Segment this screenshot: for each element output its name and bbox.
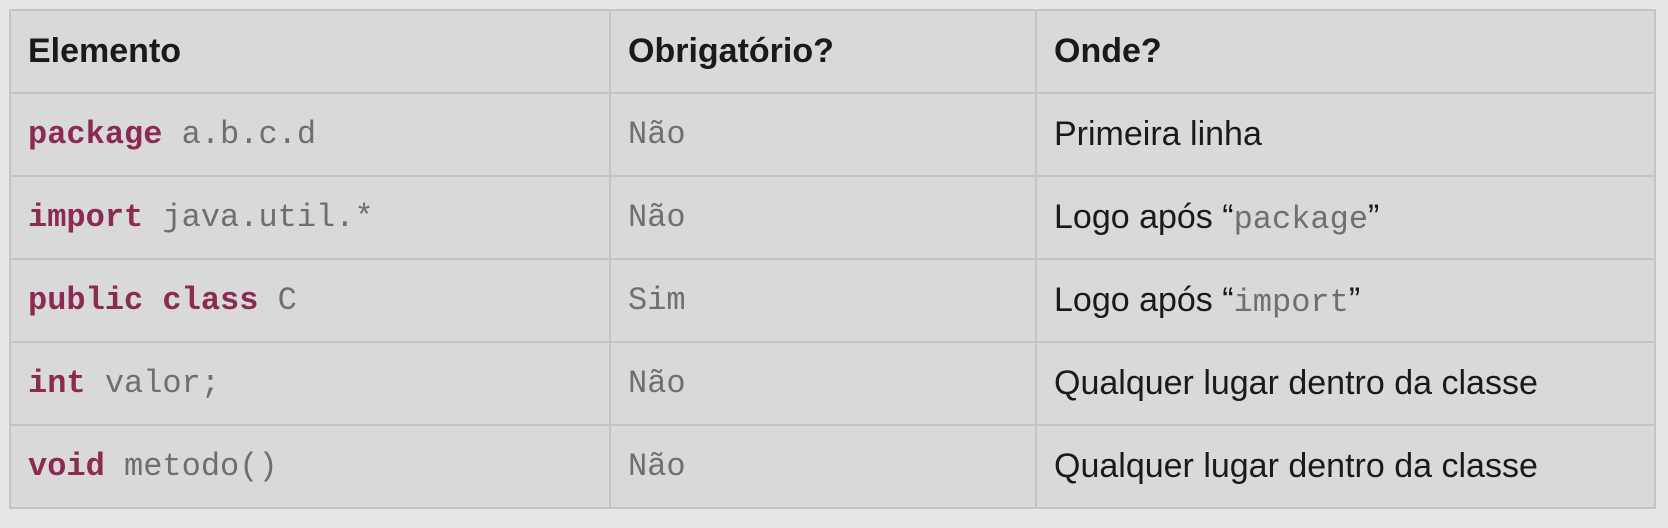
table-row: package a.b.c.d Não Primeira linha <box>9 92 1656 177</box>
keyword: package <box>28 116 163 153</box>
code-text: a.b.c.d <box>181 116 317 153</box>
where-code: package <box>1233 200 1369 238</box>
keyword: import <box>28 199 144 236</box>
required-value: Não <box>628 448 686 485</box>
slide: Elemento Obrigatório? Onde? package a.b.… <box>0 0 1668 528</box>
header-where: Onde? <box>1035 9 1656 94</box>
element-cell: public class C <box>9 258 611 343</box>
required-cell: Não <box>609 175 1037 260</box>
table-row: import java.util.* Não Logo após “packag… <box>9 175 1656 260</box>
where-text: Logo após “ <box>1054 280 1234 319</box>
keyword: class <box>162 282 259 319</box>
required-value: Não <box>628 199 686 236</box>
code-text: metodo() <box>124 448 278 485</box>
element-cell: void metodo() <box>9 424 611 509</box>
where-suffix: ” <box>1348 280 1361 319</box>
keyword: public <box>28 282 144 319</box>
code-text: java.util.* <box>162 199 374 236</box>
keyword: int <box>28 365 86 402</box>
where-cell: Qualquer lugar dentro da classe <box>1035 341 1656 426</box>
where-cell: Logo após “import” <box>1035 258 1656 343</box>
element-cell: package a.b.c.d <box>9 92 611 177</box>
required-cell: Sim <box>609 258 1037 343</box>
table-row: int valor; Não Qualquer lugar dentro da … <box>9 341 1656 426</box>
table-row: public class C Sim Logo após “import” <box>9 258 1656 343</box>
keyword: void <box>28 448 105 485</box>
code-text: valor; <box>104 365 221 402</box>
header-required: Obrigatório? <box>609 9 1037 94</box>
required-cell: Não <box>609 341 1037 426</box>
where-text: Primeira linha <box>1054 115 1262 153</box>
required-cell: Não <box>609 92 1037 177</box>
where-text: Logo após “ <box>1054 197 1234 236</box>
header-element: Elemento <box>9 9 611 94</box>
required-value: Não <box>628 365 686 402</box>
where-cell: Logo após “package” <box>1035 175 1656 260</box>
where-cell: Qualquer lugar dentro da classe <box>1035 424 1656 509</box>
element-cell: int valor; <box>9 341 611 426</box>
element-cell: import java.util.* <box>9 175 611 260</box>
where-suffix: ” <box>1368 197 1380 236</box>
table-row: void metodo() Não Qualquer lugar dentro … <box>9 424 1656 509</box>
table-header-row: Elemento Obrigatório? Onde? <box>9 9 1656 94</box>
where-cell: Primeira linha <box>1035 92 1656 177</box>
where-text: Qualquer lugar dentro da classe <box>1054 447 1538 485</box>
required-value: Não <box>628 116 686 153</box>
required-cell: Não <box>609 424 1037 509</box>
where-text: Qualquer lugar dentro da classe <box>1054 364 1538 402</box>
where-code: import <box>1233 283 1349 321</box>
required-value: Sim <box>628 282 686 319</box>
code-text: C <box>277 282 297 319</box>
java-structure-table: Elemento Obrigatório? Onde? package a.b.… <box>9 9 1656 509</box>
